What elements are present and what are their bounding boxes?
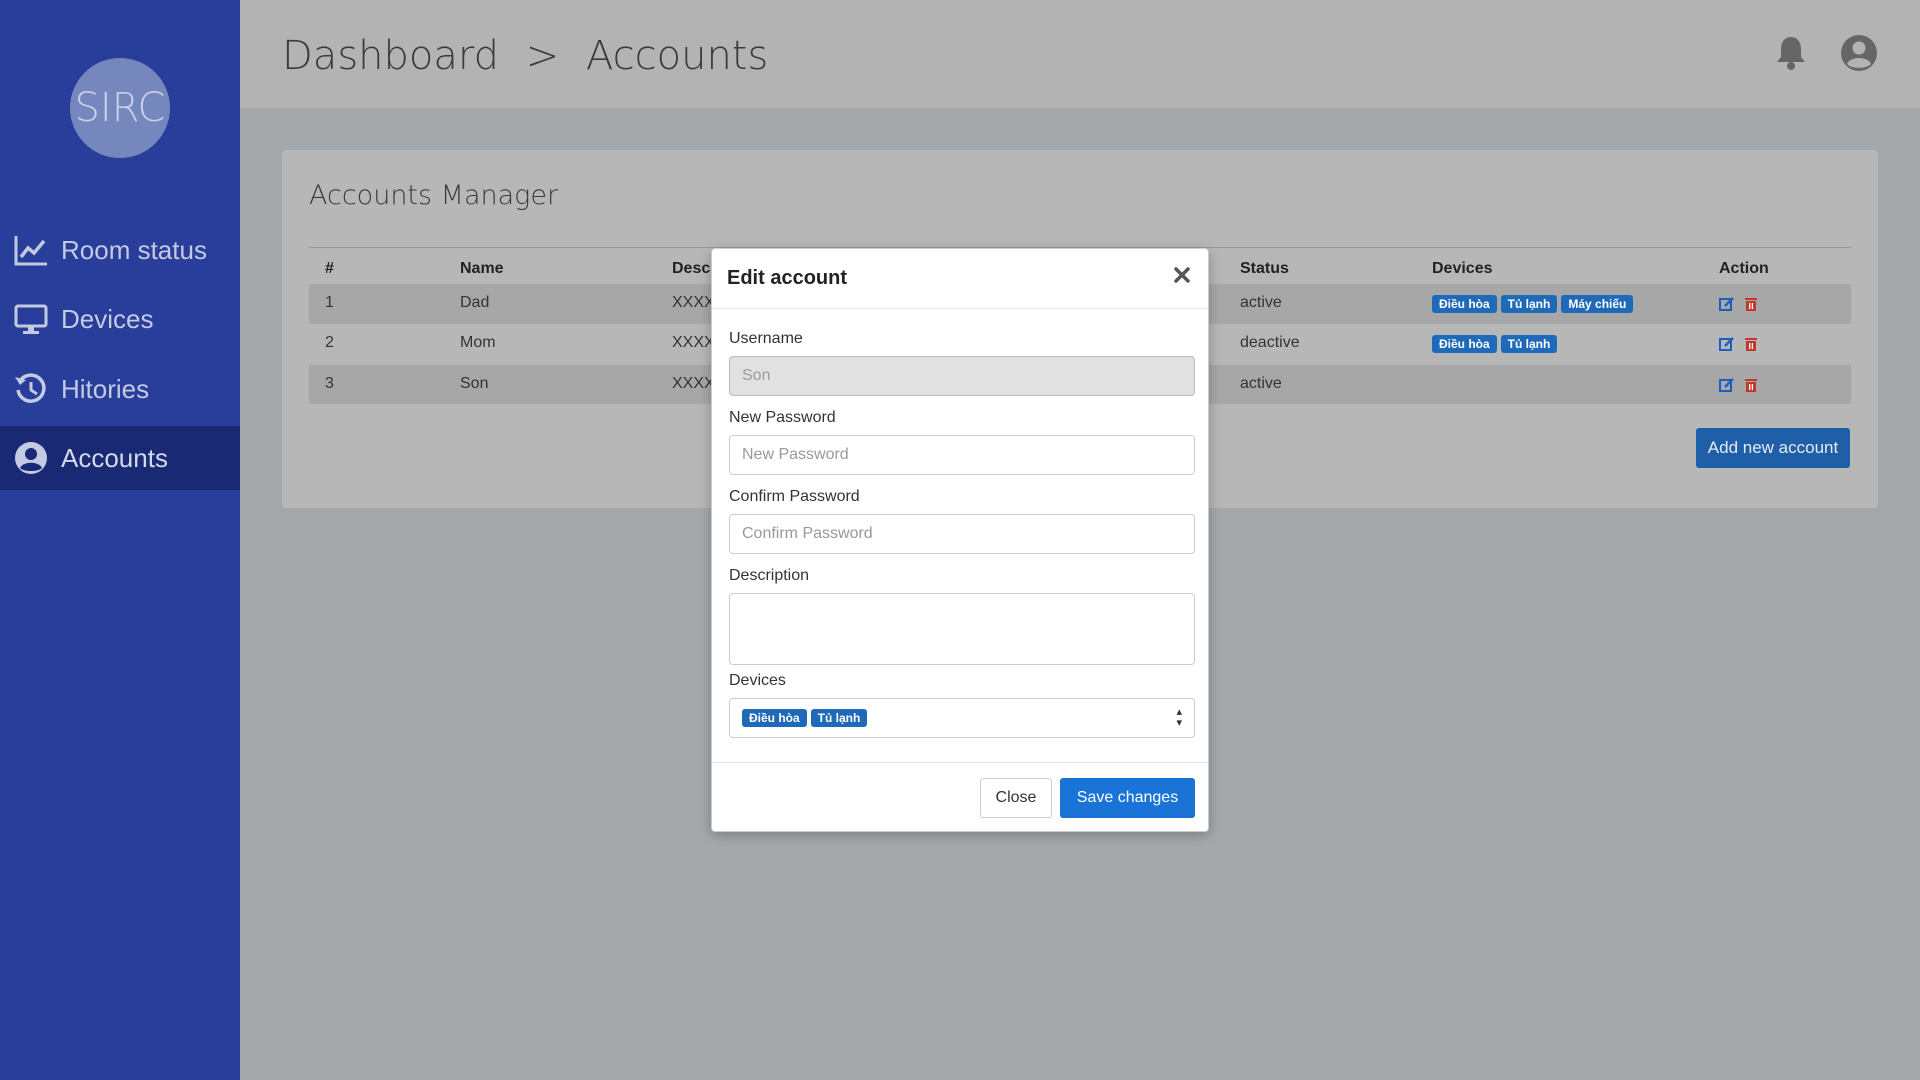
col-devices: Devices xyxy=(1432,260,1493,277)
new-password-label: New Password xyxy=(729,409,836,426)
cell-name: Mom xyxy=(460,334,496,351)
cell-num: 3 xyxy=(325,375,334,392)
breadcrumb-current: Accounts xyxy=(585,33,769,79)
new-password-field[interactable]: New Password xyxy=(729,435,1195,475)
select-caret-icon: ▴ ▾ xyxy=(1176,706,1182,729)
user-avatar-icon[interactable] xyxy=(1840,34,1878,72)
card-title: Accounts Manager xyxy=(309,180,559,211)
cell-name: Dad xyxy=(460,294,490,311)
history-icon xyxy=(13,371,49,407)
cell-status: active xyxy=(1240,294,1282,311)
confirm-password-field[interactable]: Confirm Password xyxy=(729,514,1195,554)
sidebar-item-histories[interactable]: Hitories xyxy=(0,357,240,421)
edit-account-modal: Edit account Username Son New Password N… xyxy=(711,248,1209,832)
cell-actions xyxy=(1719,335,1767,353)
chart-line-icon xyxy=(13,232,49,268)
bell-icon[interactable] xyxy=(1772,34,1810,72)
cell-desc: XXXX xyxy=(672,294,715,311)
logo: SIRC xyxy=(70,58,170,158)
cell-desc: XXXX xyxy=(672,334,715,351)
col-desc: Desc xyxy=(672,260,711,277)
device-badge: Điều hòa xyxy=(1432,335,1497,353)
device-badge: Điều hòa xyxy=(1432,295,1497,313)
col-status: Status xyxy=(1240,260,1289,277)
edit-icon[interactable] xyxy=(1719,377,1735,393)
device-badge: Điều hòa xyxy=(742,709,807,727)
sidebar: SIRC Room status Devices Hitories Accoun… xyxy=(0,0,240,1080)
cell-devices: Điều hòa Tủ lạnh Máy chiếu xyxy=(1432,295,1637,313)
device-badge: Tủ lạnh xyxy=(1500,295,1558,313)
devices-select[interactable]: Điều hòa Tủ lạnh ▴ ▾ xyxy=(729,698,1195,738)
sidebar-item-label: Accounts xyxy=(61,442,168,473)
confirm-password-label: Confirm Password xyxy=(729,488,860,505)
col-num: # xyxy=(325,260,334,277)
modal-title: Edit account xyxy=(727,267,848,289)
device-badge: Tủ lạnh xyxy=(810,709,868,727)
trash-icon[interactable] xyxy=(1743,377,1759,393)
sidebar-item-room-status[interactable]: Room status xyxy=(0,218,240,282)
device-badge: Tủ lạnh xyxy=(1500,335,1558,353)
add-account-button[interactable]: Add new account xyxy=(1696,428,1850,468)
trash-icon[interactable] xyxy=(1743,336,1759,352)
cell-num: 2 xyxy=(325,334,334,351)
breadcrumb: Dashboard > Accounts xyxy=(282,33,782,79)
cell-status: active xyxy=(1240,375,1282,392)
breadcrumb-dashboard[interactable]: Dashboard xyxy=(282,33,499,79)
modal-header: Edit account xyxy=(712,249,1208,309)
cell-devices: Điều hòa Tủ lạnh xyxy=(1432,335,1561,353)
devices-label: Devices xyxy=(729,672,786,689)
edit-icon[interactable] xyxy=(1719,296,1735,312)
sidebar-item-label: Devices xyxy=(61,303,154,334)
cell-name: Son xyxy=(460,375,489,392)
cell-status: deactive xyxy=(1240,334,1300,351)
cell-desc: XXXX xyxy=(672,375,715,392)
monitor-icon xyxy=(13,301,49,337)
device-badge: Máy chiếu xyxy=(1561,295,1634,313)
sidebar-item-label: Room status xyxy=(61,234,207,265)
cell-actions xyxy=(1719,295,1767,313)
username-label: Username xyxy=(729,330,803,347)
top-header: Dashboard > Accounts xyxy=(240,0,1920,108)
sidebar-item-label: Hitories xyxy=(61,373,150,404)
col-action: Action xyxy=(1719,260,1769,277)
close-button[interactable]: Close xyxy=(980,778,1052,818)
description-field[interactable] xyxy=(729,593,1195,665)
username-field: Son xyxy=(729,356,1195,396)
close-icon[interactable] xyxy=(1170,263,1194,287)
save-changes-button[interactable]: Save changes xyxy=(1060,778,1195,818)
sidebar-item-devices[interactable]: Devices xyxy=(0,287,240,351)
description-label: Description xyxy=(729,567,810,584)
breadcrumb-separator: > xyxy=(525,33,560,79)
user-circle-icon xyxy=(13,440,49,476)
sidebar-item-accounts[interactable]: Accounts xyxy=(0,426,240,490)
cell-actions xyxy=(1719,376,1767,394)
modal-footer: Close Save changes xyxy=(712,762,1208,832)
trash-icon[interactable] xyxy=(1743,296,1759,312)
cell-num: 1 xyxy=(325,294,334,311)
col-name: Name xyxy=(460,260,504,277)
devices-selected: Điều hòa Tủ lạnh xyxy=(742,709,871,727)
edit-icon[interactable] xyxy=(1719,336,1735,352)
